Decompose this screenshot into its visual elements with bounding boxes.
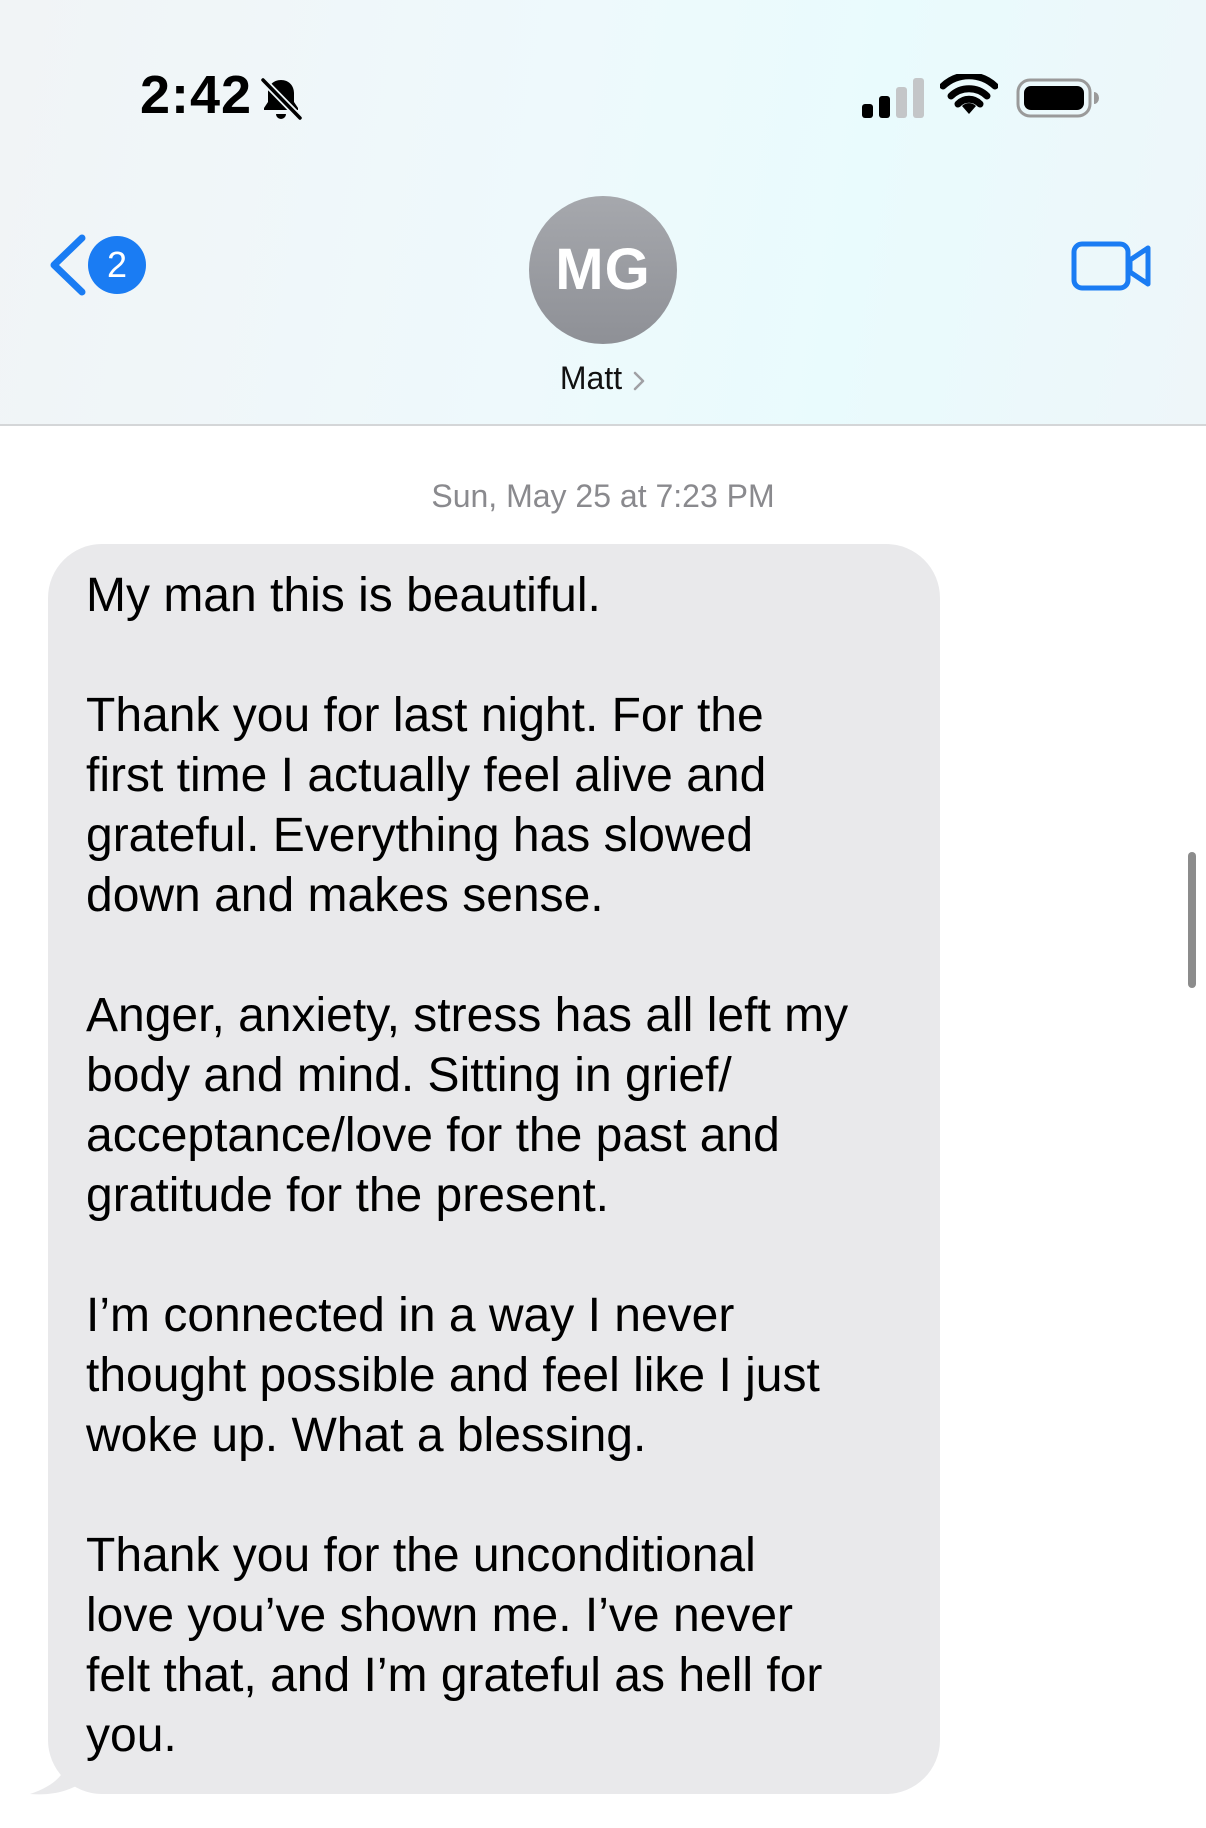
chevron-right-icon [633,371,645,390]
status-time: 2:42 [140,65,253,125]
bell-slash-icon [260,77,303,121]
battery-icon [1016,78,1099,118]
message-timestamp: Sun, May 25 at 7:23 PM [431,478,775,514]
contact-name-button[interactable]: Matt [0,360,1206,397]
message-paragraph: Thank you for the unconditional love you… [86,1529,823,1762]
scroll-indicator[interactable] [1188,852,1196,988]
unread-count-badge: 2 [88,236,146,294]
contact-name: Matt [559,360,623,396]
message-paragraph: My man this is beautiful. [86,569,601,622]
message-paragraph: Anger, anxiety, stress has all left my b… [86,989,849,1222]
conversation-header: 2:42 2 MG Matt [0,0,1206,426]
video-camera-icon[interactable] [1070,238,1154,294]
chevron-left-icon [50,234,86,296]
incoming-message-bubble[interactable]: My man this is beautiful. Thank you for … [48,544,940,1794]
signal-icon [862,78,924,118]
wifi-icon [940,74,998,114]
message-paragraph: Thank you for last night. For the first … [86,689,767,922]
contact-avatar[interactable]: MG [529,196,677,344]
message-paragraph: I’m connected in a way I never thought p… [86,1289,820,1462]
back-button[interactable]: 2 [44,228,154,302]
